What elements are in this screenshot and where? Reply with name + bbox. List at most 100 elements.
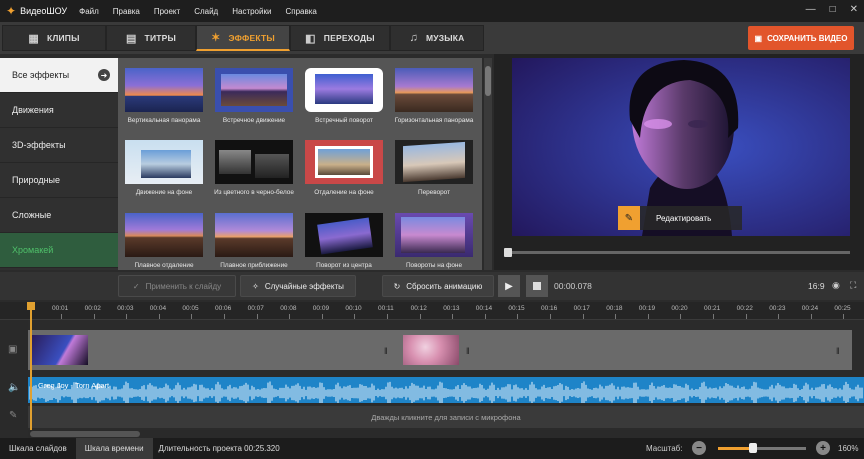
zoom-percent: 160% [838,444,859,453]
stop-button[interactable] [526,275,548,297]
effect-label: Движение на фоне [135,189,193,196]
effect-label: Горизонтальная панорама [394,117,474,124]
tab-transitions[interactable]: ◧ ПЕРЕХОДЫ [290,25,390,51]
video-track[interactable]: ‖ ‖ ‖ [28,330,852,370]
category-complex[interactable]: Сложные [0,198,118,233]
ruler-tick-label: 00:15 [508,305,525,312]
ruler-tick [484,314,486,319]
menu-settings[interactable]: Настройки [232,7,271,16]
snapshot-icon[interactable]: ◉ [832,280,840,291]
effect-item[interactable]: Плавное приближение [210,213,298,269]
slide-clip-2[interactable] [403,335,459,365]
transition-marker[interactable]: ‖ [836,346,840,356]
zoom-in-button[interactable]: + [816,441,830,455]
effect-thumbnail [215,213,293,257]
effect-item[interactable]: Из цветного в черно-белое [210,140,298,196]
effect-label: Переворот [417,189,451,196]
effect-item[interactable]: Поворот из центра [300,213,388,269]
ruler-tick [387,314,388,319]
audio-track-icon: 🔈 [8,382,21,393]
effect-item[interactable]: Горизонтальная панорама [390,68,478,124]
menu-project[interactable]: Проект [154,7,180,16]
effects-grid: Вертикальная панорама Встречное движение… [118,58,482,270]
reset-animation-button[interactable]: ↻ Сбросить анимацию [382,275,494,297]
ruler-tick-label: 00:07 [247,305,264,312]
effect-label: Повороты на фоне [405,262,463,269]
minimize-icon[interactable]: — [806,4,816,15]
seek-handle[interactable] [504,248,512,257]
effects-icon: ✶ [211,32,221,44]
slide-clip-1[interactable] [32,335,88,365]
effect-item[interactable]: Встречный поворот [300,68,388,124]
transitions-icon: ◧ [305,32,316,45]
random-effects-button[interactable]: ✧ Случайные эффекты [240,275,356,297]
timeline-scrollbar[interactable] [28,430,864,438]
tab-effects[interactable]: ✶ ЭФФЕКТЫ [196,25,290,51]
edit-button[interactable]: ✎ Редактировать [618,206,742,230]
category-nature[interactable]: Природные [0,163,118,198]
apply-to-slide-button[interactable]: ✓ Применить к слайду [118,275,236,297]
effect-thumbnail [305,68,383,112]
effect-label: Встречный поворот [315,117,373,124]
effect-item[interactable]: Переворот [390,140,478,196]
effect-label: Вертикальная панорама [127,117,201,124]
pencil-icon: ✎ [618,206,640,230]
fullscreen-icon[interactable]: ⛶ [850,280,856,291]
mic-record-track[interactable]: Дважды кликните для записи с микрофона [28,406,864,428]
effect-item[interactable]: Отдаление на фоне [300,140,388,196]
effect-item[interactable]: Встречное движение [210,68,298,124]
menu-edit[interactable]: Правка [113,7,140,16]
effect-item[interactable]: Повороты на фоне [390,213,478,269]
app-brand: ВидеоШОУ [20,6,68,16]
category-motion[interactable]: Движения [0,93,118,128]
effects-scrollbar[interactable] [484,58,492,270]
ruler-tick-label: 00:03 [117,305,134,312]
playhead[interactable] [30,302,32,430]
effect-item[interactable]: Движение на фоне [120,140,208,196]
tab-effects-label: ЭФФЕКТЫ [228,32,275,43]
timeline-scroll-thumb[interactable] [30,431,140,437]
zoom-out-button[interactable]: − [692,441,706,455]
export-icon: ▣ [754,33,763,43]
close-icon[interactable]: ✕ [850,4,858,15]
effect-item[interactable]: Плавное отдаление [120,213,208,269]
timeline-ruler[interactable]: 00:01 00:02 00:03 00:04 00:05 00:06 00:07 00:08… [0,302,864,320]
preview-seekbar[interactable] [504,251,850,254]
effect-label: Плавное отдаление [134,262,194,269]
category-all[interactable]: Все эффекты ➜ [0,58,118,93]
transition-marker[interactable]: ‖ [466,346,470,356]
ruler-tick-label: 00:23 [769,305,786,312]
arrow-right-icon: ➜ [98,69,110,81]
ruler-tick [810,314,812,319]
audio-track[interactable] [28,377,864,403]
ruler-tick-label: 00:11 [378,305,394,312]
category-chromakey-label: Хромакей [12,245,54,255]
menu-help[interactable]: Справка [285,7,316,16]
ruler-tick [550,314,551,319]
aspect-ratio[interactable]: 16:9 [808,281,825,291]
transition-marker[interactable]: ‖ [384,346,388,356]
reset-animation-label: Сбросить анимацию [406,281,483,291]
effect-item[interactable]: Вертикальная панорама [120,68,208,124]
menu-slide[interactable]: Слайд [194,7,218,16]
music-icon: ♫ [409,32,418,44]
mic-track-icon: ✎ [9,410,18,421]
category-3d[interactable]: 3D-эффекты [0,128,118,163]
tab-clips[interactable]: ▦ КЛИПЫ [2,25,106,51]
maximize-icon[interactable]: □ [830,4,836,15]
zoom-slider-knob[interactable] [749,443,758,453]
time-timeline-tab[interactable]: Шкала времени [75,438,153,459]
tab-clips-label: КЛИПЫ [46,33,80,43]
menu-file[interactable]: Файл [79,7,99,16]
ruler-tick [647,314,649,319]
ruler-tick [843,314,845,319]
category-chromakey[interactable]: Хромакей [0,233,118,268]
play-button[interactable]: ▶ [498,275,520,297]
audio-waveform [29,381,863,403]
save-video-button[interactable]: ▣ СОХРАНИТЬ ВИДЕО [748,26,854,50]
tab-music[interactable]: ♫ МУЗЫКА [390,25,484,51]
control-bar: ✓ Применить к слайду ✧ Случайные эффекты ↻… [0,272,864,300]
slides-timeline-tab[interactable]: Шкала слайдов [0,438,76,459]
scrollbar-thumb[interactable] [485,66,491,96]
tab-titles[interactable]: ▤ ТИТРЫ [106,25,196,51]
